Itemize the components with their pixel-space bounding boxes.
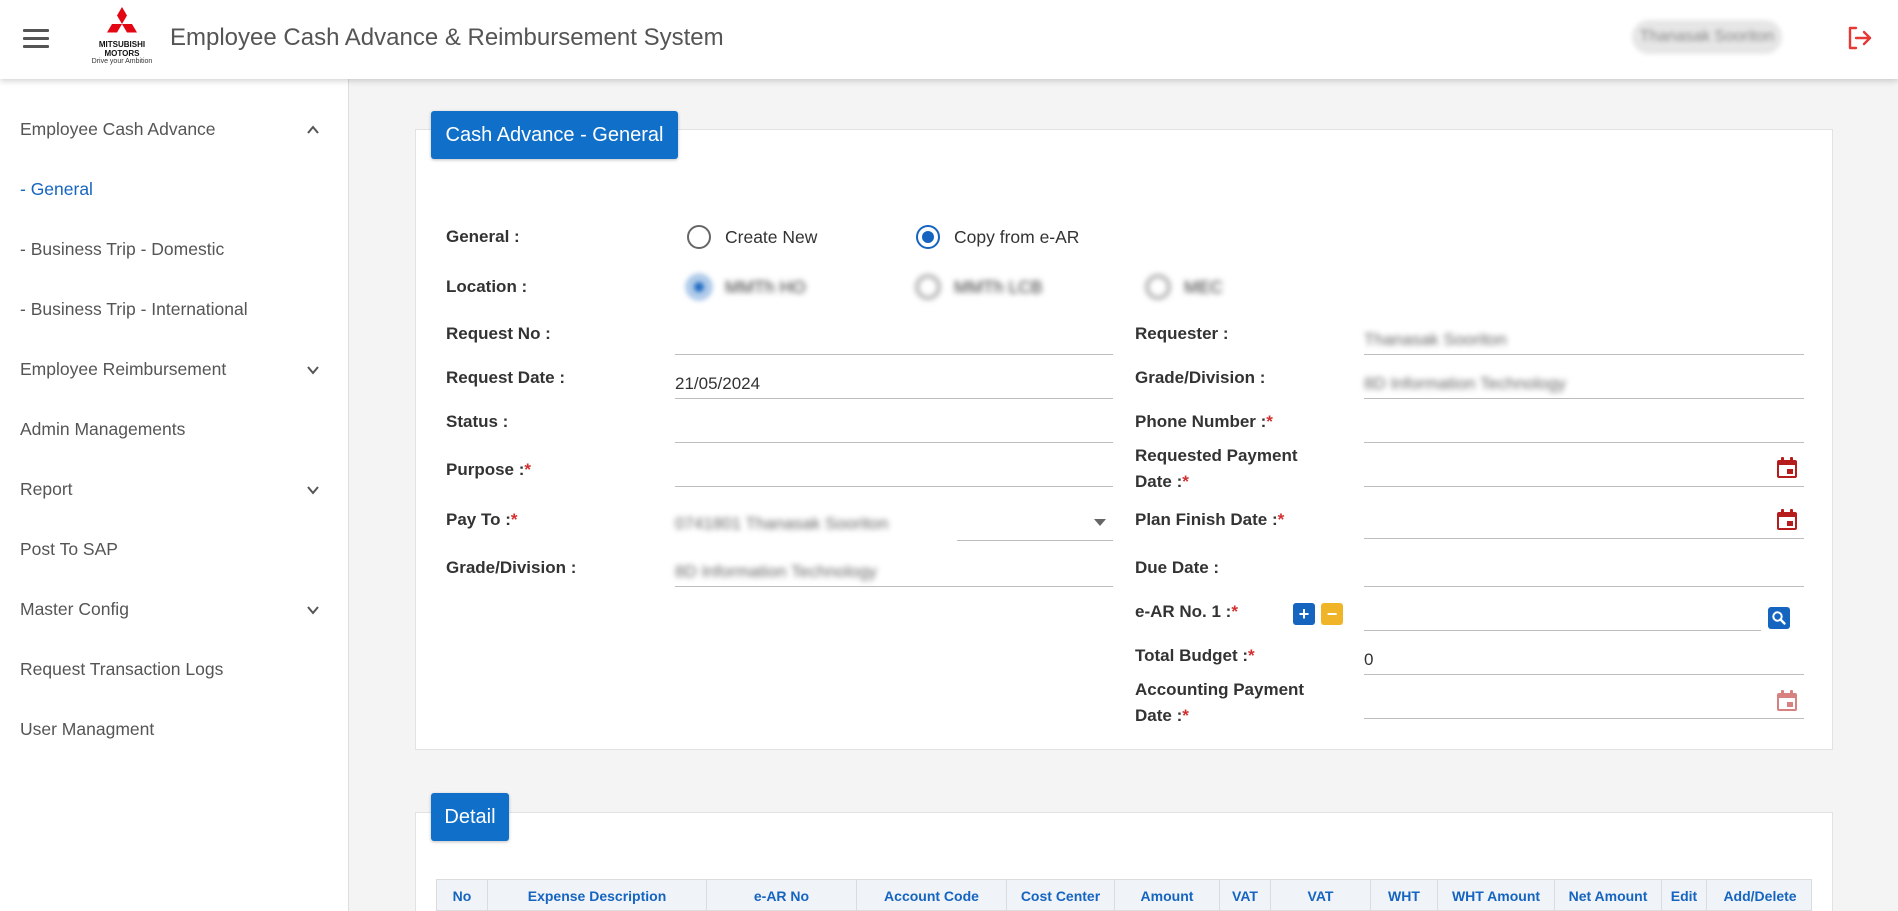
- column-header-account-code: Account Code: [857, 880, 1007, 911]
- column-header-net-amount: Net Amount: [1555, 880, 1662, 911]
- main-content: Cash Advance - General General : Create …: [350, 79, 1898, 911]
- radio-create-new-label: Create New: [725, 227, 818, 247]
- chevron-down-icon[interactable]: [306, 603, 320, 617]
- purpose-label: Purpose :*: [446, 460, 532, 479]
- chevron-down-icon[interactable]: [306, 483, 320, 497]
- radio-location-1[interactable]: [687, 275, 711, 299]
- requester-field[interactable]: Thanasak Sooriton: [1364, 323, 1804, 355]
- radio-location-2-label: MMTh LCB: [954, 277, 1043, 297]
- radio-create-new[interactable]: [687, 225, 711, 249]
- accounting-payment-date-label: Accounting Payment Date :*: [1135, 680, 1305, 725]
- search-icon: [1772, 611, 1786, 625]
- grade-division-field-right[interactable]: 8D Information Technology: [1364, 367, 1804, 399]
- sidebar-item-admin-managements[interactable]: Admin Managements: [20, 419, 185, 440]
- pay-to-label: Pay To :*: [446, 510, 518, 529]
- chevron-down-icon[interactable]: [306, 363, 320, 377]
- column-header-ear-no: e-AR No: [707, 880, 857, 911]
- calendar-icon[interactable]: [1774, 688, 1800, 714]
- sidebar-item-user-managment[interactable]: User Managment: [20, 719, 154, 740]
- column-header-vat: VAT: [1271, 880, 1371, 911]
- column-header-cost-center: Cost Center: [1007, 880, 1115, 911]
- due-date-field[interactable]: [1364, 555, 1804, 587]
- sidebar-item-post-to-sap[interactable]: Post To SAP: [20, 539, 118, 560]
- ear-no-field[interactable]: [1364, 599, 1761, 631]
- section-title-detail: Detail: [431, 793, 509, 841]
- sidebar-item-master-config[interactable]: Master Config: [20, 599, 129, 620]
- requested-payment-date-field[interactable]: [1364, 455, 1804, 487]
- calendar-icon[interactable]: [1774, 507, 1800, 533]
- column-header-add-delete: Add/Delete: [1723, 888, 1797, 904]
- sidebar-item-business-trip-international[interactable]: - Business Trip - International: [20, 299, 248, 320]
- dropdown-caret-icon[interactable]: [1094, 519, 1106, 526]
- total-budget-value: 0: [1364, 650, 1374, 669]
- radio-location-1-label: MMTh HO: [725, 277, 806, 297]
- request-date-field[interactable]: 21/05/2024: [675, 367, 1113, 399]
- phone-number-label: Phone Number :*: [1135, 412, 1273, 431]
- location-label: Location :: [446, 277, 528, 296]
- sidebar-item-business-trip-domestic[interactable]: - Business Trip - Domestic: [20, 239, 224, 260]
- purpose-field[interactable]: [675, 455, 1113, 487]
- column-header-expense-description: Expense Description: [488, 880, 707, 911]
- pay-to-select[interactable]: 0741801 Thanasak Sooriton: [675, 507, 1113, 541]
- column-header-edit: Edit: [1662, 880, 1707, 911]
- logout-icon[interactable]: [1845, 24, 1873, 52]
- grade-division-field-left[interactable]: 8D Information Technology: [675, 555, 1113, 587]
- column-header-wht-amount: WHT Amount: [1438, 880, 1555, 911]
- logo-brand-line2: MOTORS: [104, 49, 140, 58]
- sidebar-item-report[interactable]: Report: [20, 479, 73, 500]
- radio-location-2[interactable]: [916, 275, 940, 299]
- sidebar-item-employee-reimbursement[interactable]: Employee Reimbursement: [20, 359, 226, 380]
- grade-division-label-right: Grade/Division :: [1135, 368, 1266, 387]
- total-budget-label: Total Budget :*: [1135, 646, 1255, 665]
- plan-finish-date-label: Plan Finish Date :*: [1135, 510, 1285, 529]
- request-date-value: 21/05/2024: [675, 374, 761, 393]
- grade-division-label-left: Grade/Division :: [446, 558, 577, 577]
- request-no-field[interactable]: [675, 323, 1113, 355]
- sidebar-item-general[interactable]: - General: [20, 179, 93, 200]
- column-header-wht: WHT: [1371, 880, 1438, 911]
- due-date-label: Due Date :: [1135, 558, 1220, 577]
- add-ear-button[interactable]: +: [1293, 603, 1315, 625]
- pay-to-value: 0741801 Thanasak Sooriton: [675, 514, 889, 533]
- requester-label: Requester :: [1135, 324, 1229, 343]
- user-name-chip[interactable]: Thanasak Sooriton: [1632, 20, 1782, 54]
- remove-ear-button[interactable]: −: [1321, 603, 1343, 625]
- logo-tagline: Drive your Ambition: [91, 58, 153, 65]
- radio-copy-from-ear-label: Copy from e-AR: [954, 227, 1080, 247]
- column-header-amount: Amount: [1115, 880, 1220, 911]
- requested-payment-date-label: Requested Payment Date :*: [1135, 446, 1298, 491]
- radio-copy-from-ear[interactable]: [916, 225, 940, 249]
- request-no-label: Request No :: [446, 324, 551, 343]
- chevron-up-icon[interactable]: [306, 123, 320, 137]
- search-ear-button[interactable]: [1768, 607, 1790, 629]
- column-header-vat-rate: VAT: [1220, 880, 1271, 911]
- request-date-label: Request Date :: [446, 368, 566, 387]
- section-title-cash-advance-general: Cash Advance - General: [431, 111, 678, 159]
- radio-location-3[interactable]: [1146, 275, 1170, 299]
- app-title: Employee Cash Advance & Reimbursement Sy…: [170, 24, 724, 51]
- sidebar-item-request-transaction-logs[interactable]: Request Transaction Logs: [20, 659, 223, 680]
- radio-location-3-label: MEC: [1184, 277, 1223, 297]
- plan-finish-date-field[interactable]: [1364, 507, 1804, 539]
- hamburger-menu-icon[interactable]: [23, 29, 49, 49]
- column-header-no: No: [437, 880, 488, 911]
- top-header: MITSUBISHI MOTORS Drive your Ambition Em…: [0, 0, 1898, 79]
- detail-table-header: No Expense Description e-AR No Account C…: [436, 879, 1812, 911]
- status-field[interactable]: [675, 411, 1113, 443]
- calendar-icon[interactable]: [1774, 455, 1800, 481]
- accounting-payment-date-field[interactable]: [1364, 687, 1804, 719]
- sidebar-item-employee-cash-advance[interactable]: Employee Cash Advance: [20, 119, 216, 140]
- logo-brand-line1: MITSUBISHI: [98, 40, 146, 49]
- sidebar: Employee Cash Advance - General - Busine…: [0, 79, 349, 911]
- general-label: General :: [446, 227, 520, 246]
- total-budget-field[interactable]: 0: [1364, 643, 1804, 675]
- status-label: Status :: [446, 412, 509, 431]
- phone-number-field[interactable]: [1364, 411, 1804, 443]
- mitsubishi-logo: MITSUBISHI MOTORS Drive your Ambition: [84, 6, 160, 74]
- ear-no-label: e-AR No. 1 :*: [1135, 602, 1238, 621]
